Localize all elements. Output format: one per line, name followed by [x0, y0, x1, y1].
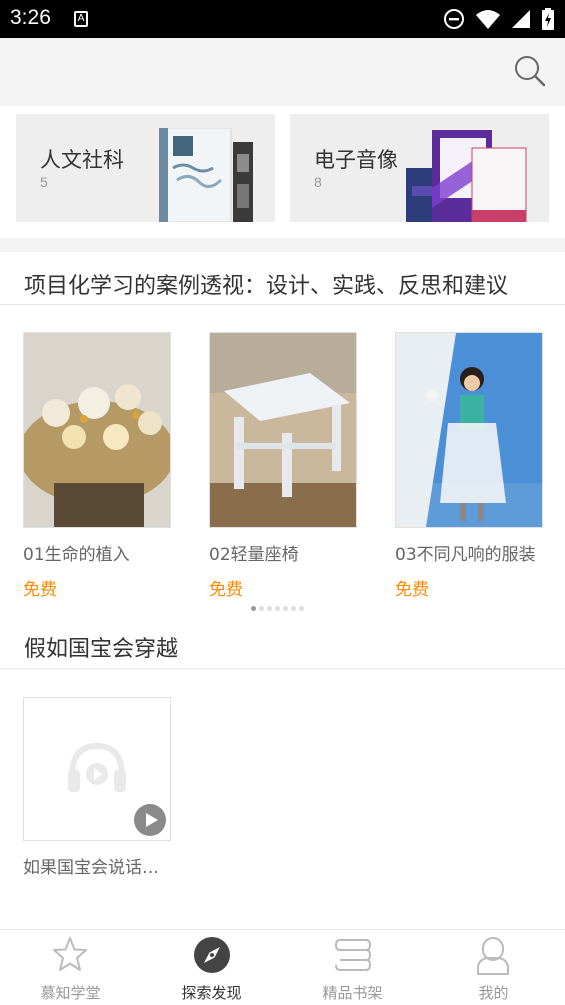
content-card[interactable]: 02轻量座椅 免费: [209, 332, 357, 600]
content-card[interactable]: 03不同凡响的服装 免费: [395, 332, 543, 600]
battery-icon: [542, 8, 554, 30]
headphones-icon: [68, 742, 126, 792]
card-price: 免费: [209, 580, 243, 600]
nav-item-profile[interactable]: 我的: [423, 930, 564, 1005]
card-price: 免费: [23, 580, 57, 600]
card-thumbnail[interactable]: [23, 697, 171, 841]
card-thumbnail[interactable]: [209, 332, 357, 528]
section-title: 假如国宝会穿越: [24, 637, 179, 662]
card-price: 免费: [395, 580, 429, 600]
page-dot: [267, 606, 272, 611]
wifi-icon: [476, 10, 500, 29]
status-icons: [443, 8, 555, 30]
card-thumbnail[interactable]: [395, 332, 543, 528]
status-time: 3:26: [10, 6, 51, 29]
section-divider: [0, 238, 565, 252]
top-bar: [0, 38, 565, 106]
bookshelf-icon: [334, 939, 372, 971]
play-icon[interactable]: [134, 804, 166, 836]
content-card[interactable]: 01生命的植入 免费: [23, 332, 171, 600]
card-title: 02轻量座椅: [209, 545, 299, 565]
nav-item-muzhi[interactable]: 慕知学堂: [0, 930, 141, 1005]
card-title: 01生命的植入: [23, 545, 130, 565]
category-count: 8: [314, 174, 322, 190]
card-thumbnail[interactable]: [23, 332, 171, 528]
category-card-humanities[interactable]: 人文社科 5: [16, 114, 275, 222]
category-name: 人文社科: [40, 148, 124, 172]
search-icon[interactable]: [513, 54, 547, 88]
compass-icon: [194, 937, 230, 973]
page-dot: [283, 606, 288, 611]
page-dot: [299, 606, 304, 611]
status-bar: 3:26 A: [0, 0, 565, 38]
page-dot: [251, 606, 256, 611]
page-dot: [259, 606, 264, 611]
person-icon: [477, 937, 509, 975]
audio-card[interactable]: 如果国宝会说话第一季: [23, 697, 171, 878]
do-not-disturb-icon: [444, 9, 464, 29]
card-title: 03不同凡响的服装: [395, 545, 536, 565]
category-name: 电子音像: [314, 148, 398, 172]
nav-label: 慕知学堂: [40, 984, 101, 1002]
category-card-audiovisual[interactable]: 电子音像 8: [290, 114, 549, 222]
section-title: 项目化学习的案例透视：设计、实践、反思和建议: [24, 274, 509, 299]
category-count: 5: [40, 174, 48, 190]
notification-a-icon: A: [74, 11, 88, 27]
cellular-signal-icon: [512, 10, 530, 28]
star-icon: [53, 937, 87, 971]
card-title: 如果国宝会说话第一季: [23, 858, 169, 878]
nav-label: 探索发现: [181, 984, 242, 1002]
book-cover-image: [159, 128, 253, 222]
divider: [0, 304, 565, 305]
divider: [0, 668, 565, 669]
nav-item-explore[interactable]: 探索发现: [141, 930, 282, 1005]
category-grid: 人文社科 5 电子音像 8: [0, 106, 565, 238]
book-cover-image: [406, 130, 527, 222]
nav-label: 精品书架: [322, 984, 383, 1002]
nav-item-bookshelf[interactable]: 精品书架: [282, 930, 423, 1005]
page-dot: [275, 606, 280, 611]
carousel-page-indicator: [251, 606, 304, 611]
page-dot: [291, 606, 296, 611]
nav-label: 我的: [478, 984, 509, 1002]
bottom-navigation: 慕知学堂 探索发现 精品书架 我的: [0, 929, 565, 1005]
